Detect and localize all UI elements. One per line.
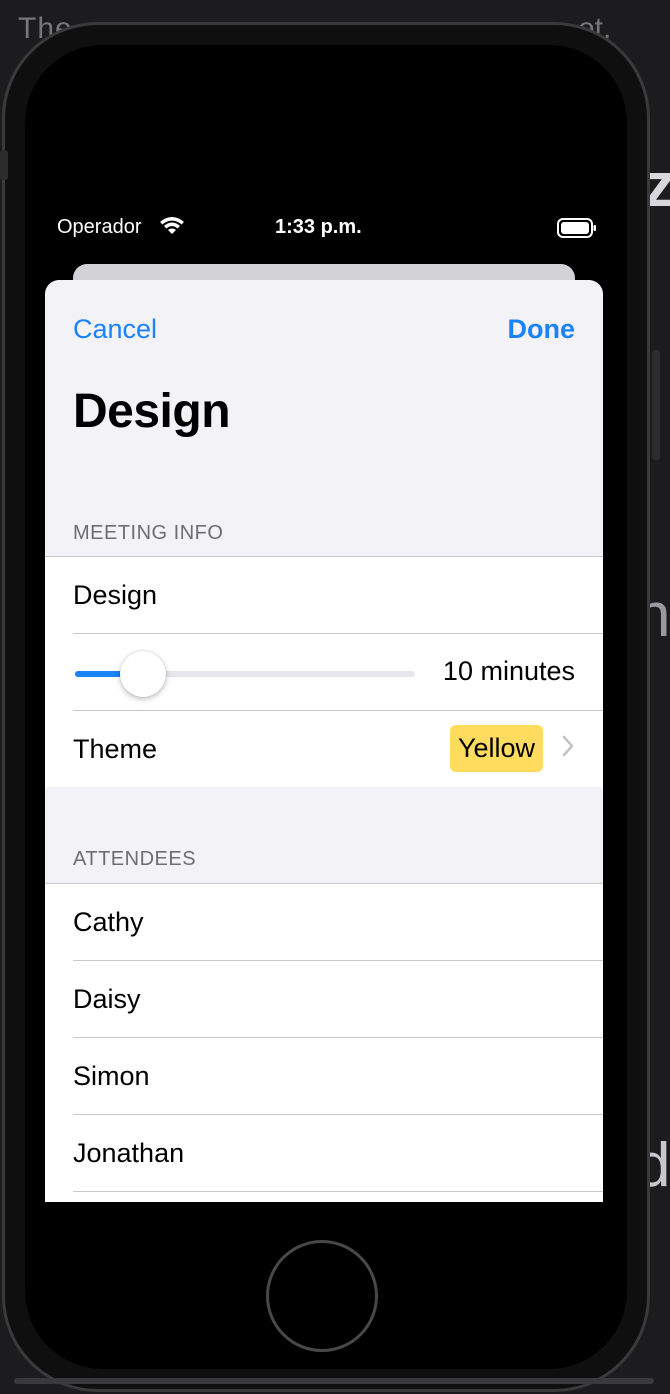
chevron-right-icon (561, 733, 575, 766)
meeting-info-group: Design 10 minutes Theme Yellow (45, 556, 603, 787)
wifi-icon (159, 214, 185, 242)
device-bottom-edge (14, 1378, 654, 1384)
attendees-group: Cathy Daisy Simon Jonathan (45, 883, 603, 1202)
phone-screen: Operador 1:33 p.m. Cancel Done Design ME… (45, 160, 603, 1202)
done-button[interactable]: Done (508, 314, 576, 345)
page-title: Design (73, 385, 231, 438)
meeting-info-header: MEETING INFO (73, 522, 224, 544)
attendee-name: Cathy (73, 906, 144, 937)
attendee-row[interactable]: Jonathan (73, 1115, 603, 1192)
battery-icon (557, 218, 596, 238)
theme-label: Theme (73, 733, 158, 764)
theme-value-badge: Yellow (449, 725, 543, 772)
clock: 1:33 p.m. (275, 216, 362, 238)
device-side-button (0, 150, 8, 180)
carrier-label: Operador (57, 216, 142, 238)
length-value-label: 10 minutes (442, 656, 575, 686)
title-field-row[interactable]: Design (73, 557, 603, 634)
attendee-name: Simon (73, 1060, 150, 1091)
cancel-button[interactable]: Cancel (73, 314, 157, 345)
attendees-header: ATTENDEES (73, 848, 197, 870)
length-slider-row: 10 minutes (73, 634, 603, 711)
title-field[interactable]: Design (73, 580, 157, 611)
status-bar: Operador 1:33 p.m. (45, 210, 603, 246)
attendee-name: Jonathan (73, 1137, 185, 1168)
attendee-row[interactable]: Simon (73, 1038, 603, 1115)
slider-thumb[interactable] (120, 651, 166, 697)
edit-sheet: Cancel Done Design MEETING INFO Design 1… (45, 280, 603, 1202)
length-slider[interactable] (75, 651, 415, 697)
home-button[interactable] (266, 1240, 378, 1352)
attendee-row[interactable]: Cathy (73, 884, 603, 961)
device-side-button (652, 350, 660, 460)
attendee-name: Daisy (73, 983, 141, 1014)
attendee-row[interactable]: Daisy (73, 961, 603, 1038)
theme-row[interactable]: Theme Yellow (73, 711, 603, 787)
